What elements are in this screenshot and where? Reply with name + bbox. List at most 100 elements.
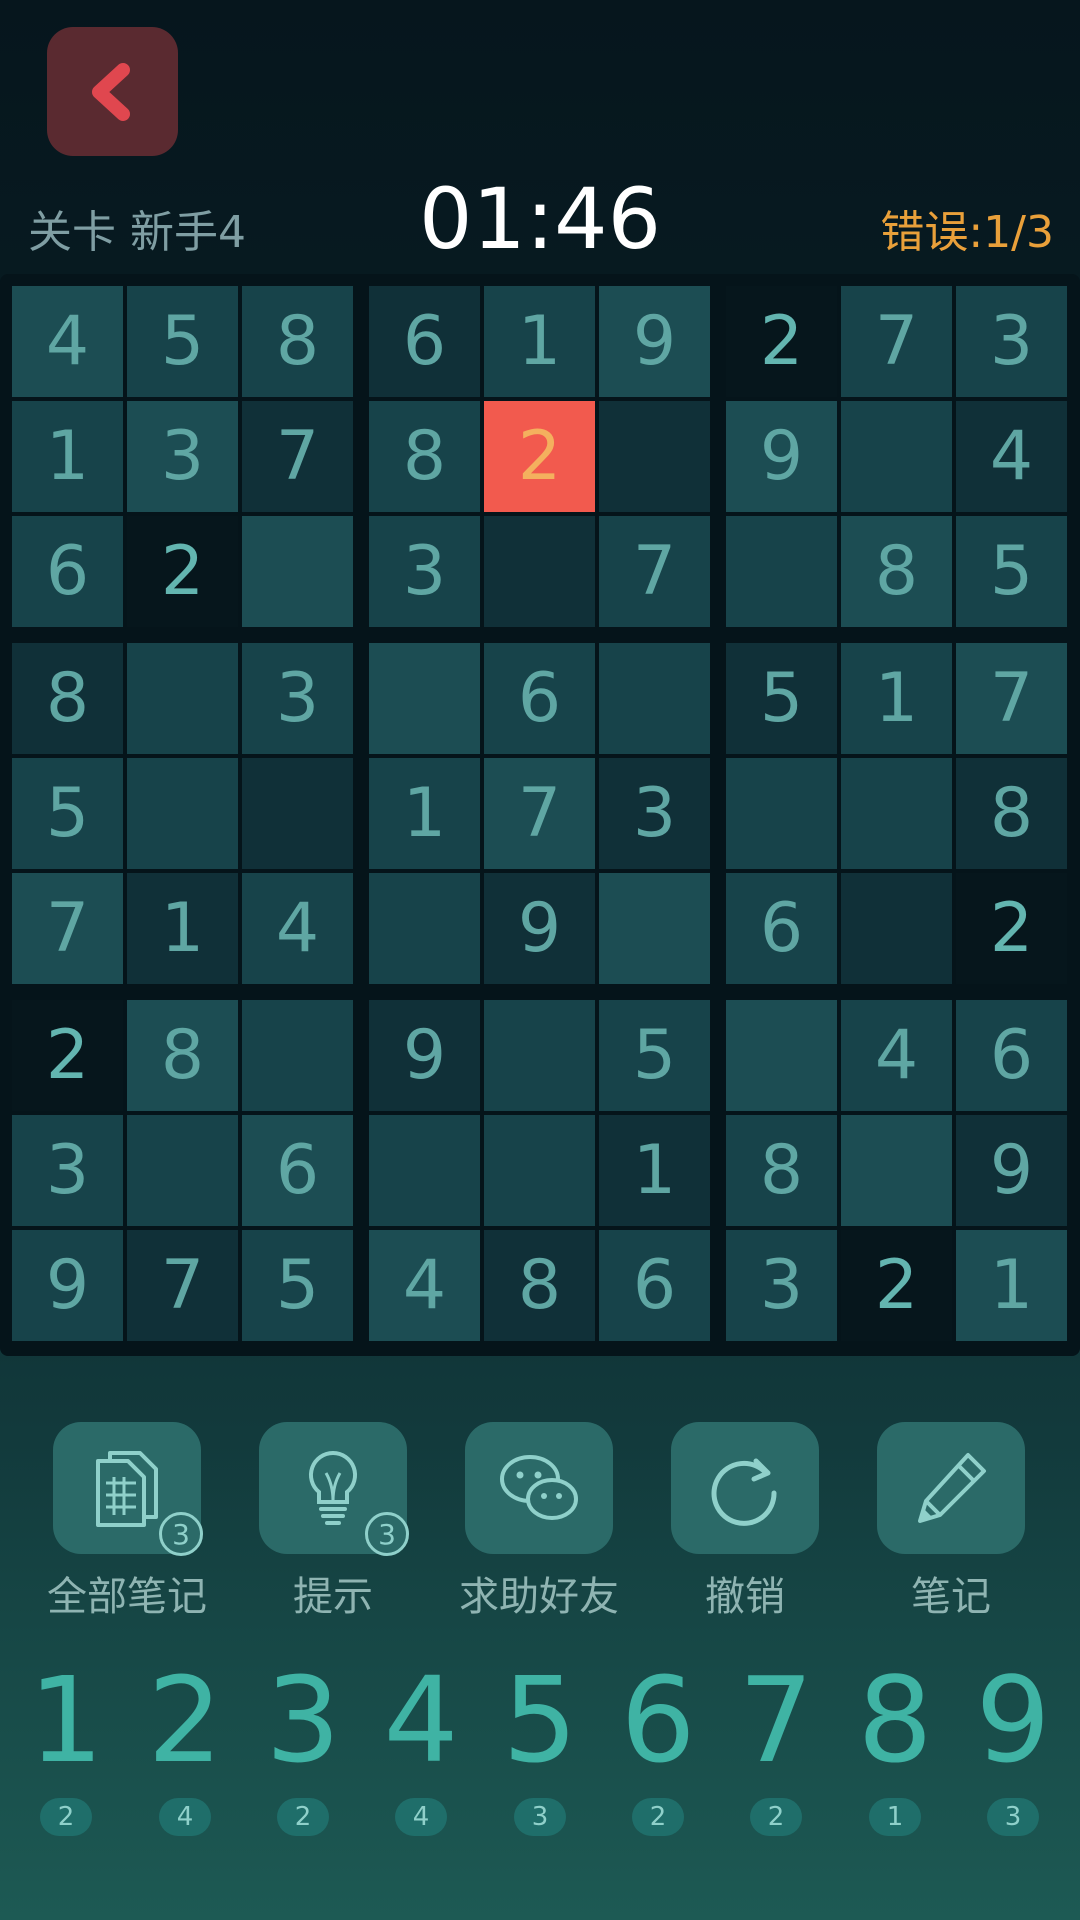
sudoku-cell[interactable]: [726, 516, 837, 627]
number-key-2[interactable]: 24: [130, 1650, 240, 1850]
sudoku-cell[interactable]: 1: [841, 643, 952, 754]
sudoku-cell[interactable]: 4: [242, 873, 353, 984]
back-button[interactable]: [47, 27, 178, 156]
number-key-9[interactable]: 93: [958, 1650, 1068, 1850]
all-notes-button[interactable]: 3 全部笔记: [24, 1422, 230, 1622]
number-key-1[interactable]: 12: [11, 1650, 121, 1850]
number-key-6[interactable]: 62: [603, 1650, 713, 1850]
sudoku-cell[interactable]: 7: [127, 1230, 238, 1341]
sudoku-cell[interactable]: 8: [12, 643, 123, 754]
sudoku-cell[interactable]: 2: [127, 516, 238, 627]
sudoku-cell[interactable]: 2: [484, 401, 595, 512]
sudoku-cell[interactable]: 9: [369, 1000, 480, 1111]
sudoku-cell[interactable]: [726, 1000, 837, 1111]
sudoku-cell[interactable]: 8: [841, 516, 952, 627]
sudoku-cell[interactable]: [484, 1000, 595, 1111]
sudoku-cell[interactable]: 8: [484, 1230, 595, 1341]
sudoku-cell[interactable]: [599, 873, 710, 984]
sudoku-cell[interactable]: 1: [956, 1230, 1067, 1341]
sudoku-cell[interactable]: 6: [956, 1000, 1067, 1111]
sudoku-cell[interactable]: [242, 758, 353, 869]
number-key-3[interactable]: 32: [248, 1650, 358, 1850]
sudoku-cell[interactable]: 2: [956, 873, 1067, 984]
number-key-4[interactable]: 44: [366, 1650, 476, 1850]
sudoku-cell[interactable]: 3: [726, 1230, 837, 1341]
sudoku-cell[interactable]: 7: [956, 643, 1067, 754]
sudoku-cell[interactable]: 9: [956, 1115, 1067, 1226]
sudoku-cell[interactable]: 5: [12, 758, 123, 869]
sudoku-cell[interactable]: 3: [242, 643, 353, 754]
sudoku-cell[interactable]: 4: [369, 1230, 480, 1341]
sudoku-cell[interactable]: [484, 1115, 595, 1226]
note-button[interactable]: 笔记: [848, 1422, 1054, 1622]
hint-button[interactable]: 3 提示: [230, 1422, 436, 1622]
sudoku-cell[interactable]: 5: [127, 286, 238, 397]
sudoku-cell[interactable]: 7: [12, 873, 123, 984]
sudoku-cell[interactable]: 3: [127, 401, 238, 512]
sudoku-cell[interactable]: [841, 873, 952, 984]
sudoku-cell[interactable]: [127, 1115, 238, 1226]
sudoku-cell[interactable]: 6: [599, 1230, 710, 1341]
sudoku-cell[interactable]: [369, 643, 480, 754]
sudoku-cell[interactable]: 1: [599, 1115, 710, 1226]
sudoku-cell[interactable]: 2: [12, 1000, 123, 1111]
sudoku-cell[interactable]: 1: [369, 758, 480, 869]
ask-friend-box[interactable]: [465, 1422, 613, 1554]
sudoku-cell[interactable]: 2: [726, 286, 837, 397]
sudoku-cell[interactable]: 8: [242, 286, 353, 397]
number-key-7[interactable]: 72: [721, 1650, 831, 1850]
undo-button[interactable]: 撤销: [642, 1422, 848, 1622]
sudoku-cell[interactable]: 5: [956, 516, 1067, 627]
all-notes-box[interactable]: 3: [53, 1422, 203, 1556]
hint-box[interactable]: 3: [259, 1422, 409, 1556]
sudoku-cell[interactable]: [369, 1115, 480, 1226]
sudoku-cell[interactable]: 8: [956, 758, 1067, 869]
sudoku-cell[interactable]: [841, 758, 952, 869]
sudoku-cell[interactable]: 5: [242, 1230, 353, 1341]
sudoku-cell[interactable]: 8: [369, 401, 480, 512]
sudoku-cell[interactable]: [599, 401, 710, 512]
sudoku-cell[interactable]: 9: [484, 873, 595, 984]
sudoku-cell[interactable]: 9: [599, 286, 710, 397]
sudoku-cell[interactable]: 8: [726, 1115, 837, 1226]
sudoku-cell[interactable]: [127, 758, 238, 869]
sudoku-cell[interactable]: 6: [484, 643, 595, 754]
sudoku-cell[interactable]: 8: [127, 1000, 238, 1111]
sudoku-cell[interactable]: 7: [841, 286, 952, 397]
sudoku-cell[interactable]: [841, 401, 952, 512]
sudoku-cell[interactable]: 5: [726, 643, 837, 754]
sudoku-cell[interactable]: 1: [484, 286, 595, 397]
undo-box[interactable]: [671, 1422, 819, 1554]
sudoku-cell[interactable]: 6: [242, 1115, 353, 1226]
sudoku-cell[interactable]: 3: [599, 758, 710, 869]
sudoku-cell[interactable]: 1: [12, 401, 123, 512]
sudoku-cell[interactable]: 7: [242, 401, 353, 512]
sudoku-cell[interactable]: 1: [127, 873, 238, 984]
sudoku-cell[interactable]: 6: [12, 516, 123, 627]
sudoku-cell[interactable]: 2: [841, 1230, 952, 1341]
sudoku-cell[interactable]: [484, 516, 595, 627]
sudoku-cell[interactable]: 7: [484, 758, 595, 869]
sudoku-cell[interactable]: [242, 1000, 353, 1111]
sudoku-cell[interactable]: 5: [599, 1000, 710, 1111]
sudoku-cell[interactable]: 6: [726, 873, 837, 984]
ask-friend-button[interactable]: 求助好友: [436, 1422, 642, 1622]
sudoku-cell[interactable]: 4: [12, 286, 123, 397]
sudoku-cell[interactable]: 7: [599, 516, 710, 627]
sudoku-cell[interactable]: 9: [12, 1230, 123, 1341]
sudoku-cell[interactable]: 3: [369, 516, 480, 627]
sudoku-cell[interactable]: 4: [841, 1000, 952, 1111]
sudoku-cell[interactable]: [726, 758, 837, 869]
sudoku-cell[interactable]: [599, 643, 710, 754]
sudoku-cell[interactable]: 3: [956, 286, 1067, 397]
sudoku-cell[interactable]: 3: [12, 1115, 123, 1226]
sudoku-cell[interactable]: [841, 1115, 952, 1226]
number-key-8[interactable]: 81: [840, 1650, 950, 1850]
note-box[interactable]: [877, 1422, 1025, 1554]
sudoku-cell[interactable]: 9: [726, 401, 837, 512]
sudoku-cell[interactable]: [242, 516, 353, 627]
sudoku-cell[interactable]: [369, 873, 480, 984]
sudoku-cell[interactable]: 4: [956, 401, 1067, 512]
sudoku-cell[interactable]: 6: [369, 286, 480, 397]
sudoku-cell[interactable]: [127, 643, 238, 754]
